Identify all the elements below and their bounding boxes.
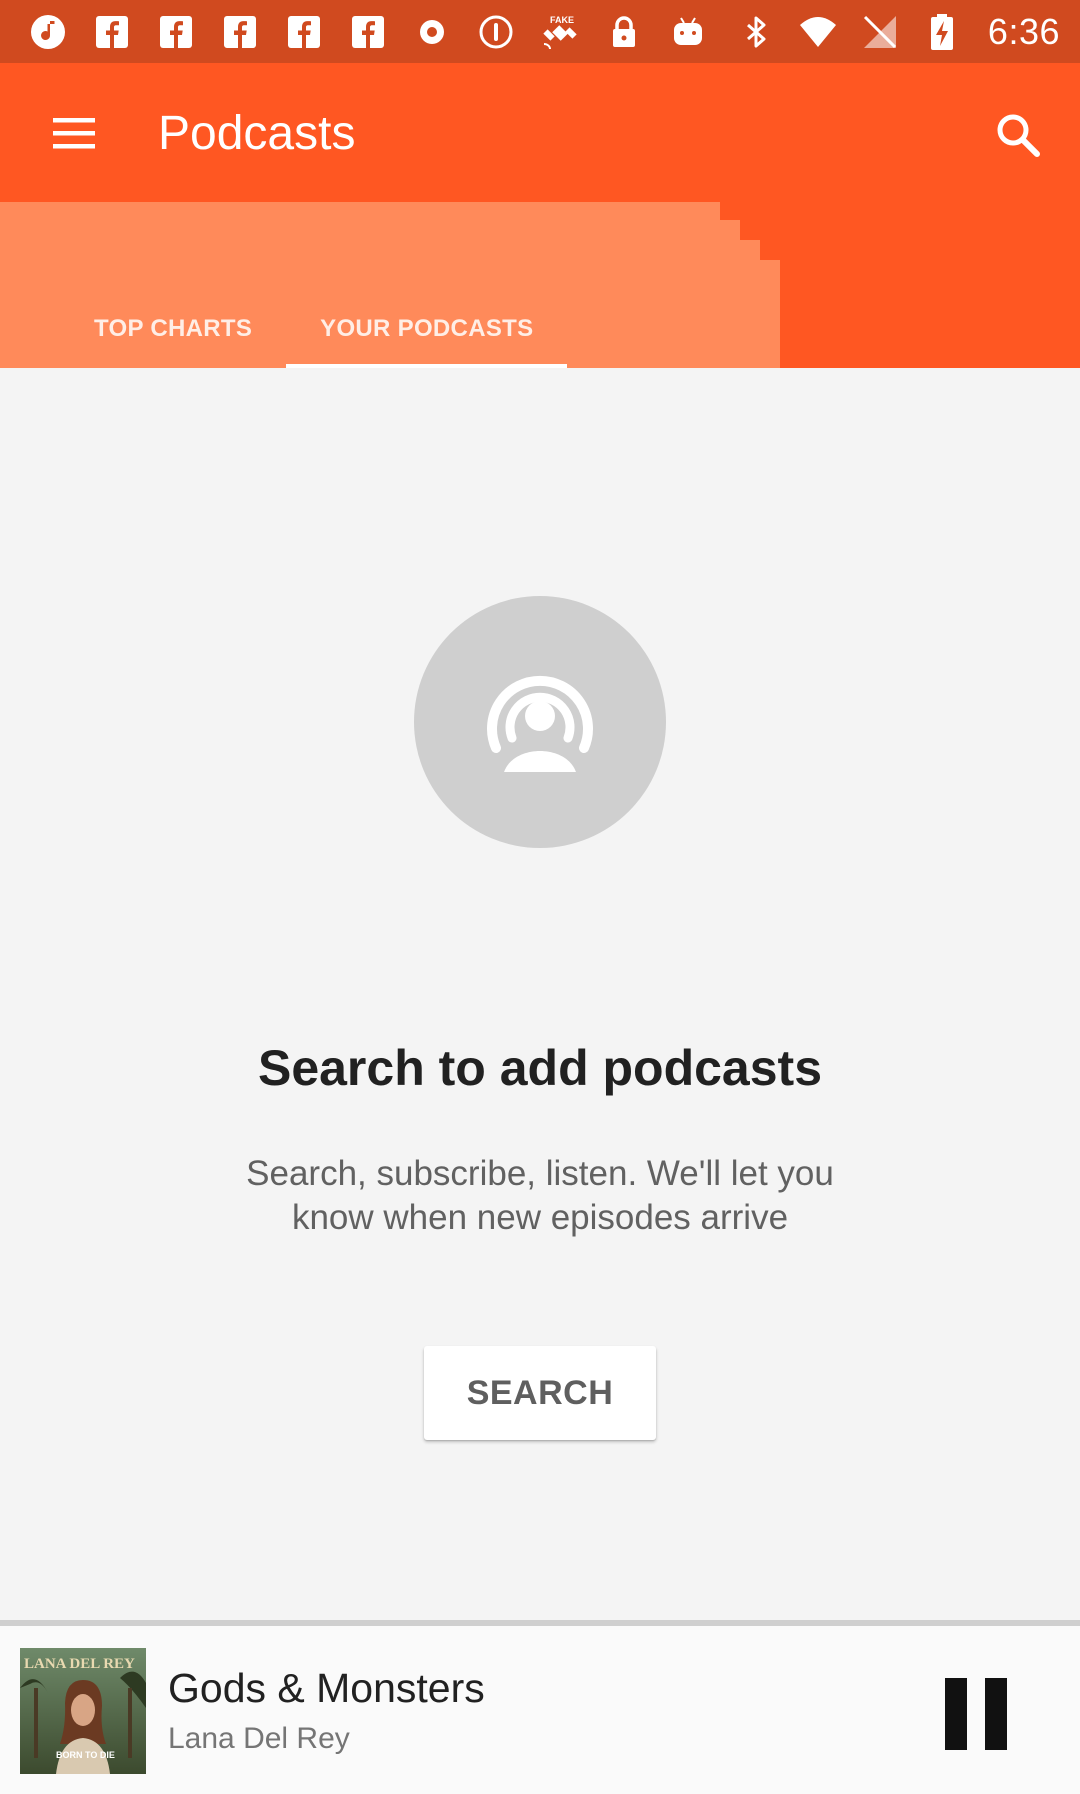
track-title[interactable]: Gods & Monsters	[168, 1664, 485, 1712]
facebook-icon	[220, 12, 260, 52]
album-art-title: LANA DEL REY	[24, 1656, 135, 1672]
music-note-icon	[28, 12, 68, 52]
signal-off-icon	[860, 12, 900, 52]
search-icon	[997, 114, 1040, 157]
tab-top-charts[interactable]: TOP CHARTS	[60, 288, 286, 368]
empty-state-description: Search, subscribe, listen. We'll let you…	[246, 1154, 834, 1237]
battery-charging-icon	[922, 12, 962, 52]
empty-state: Search to add podcasts Search, subscribe…	[0, 368, 1080, 1620]
tab-highlight	[720, 220, 740, 368]
app-bar: Podcasts	[0, 63, 1080, 202]
track-artist: Lana Del Rey	[168, 1722, 350, 1755]
pause-icon	[945, 1678, 1007, 1750]
podcast-icon	[487, 675, 593, 772]
fake-gps-satellite-icon: FAKE	[540, 12, 580, 52]
wifi-icon	[798, 12, 838, 52]
info-circle-icon	[476, 12, 516, 52]
pause-button[interactable]	[928, 1666, 1024, 1762]
android-icon	[668, 12, 708, 52]
album-art-subtitle: BORN TO DIE	[56, 1750, 115, 1760]
tab-bar: TOP CHARTS YOUR PODCASTS	[0, 202, 1080, 368]
hamburger-menu-icon	[53, 118, 95, 149]
facebook-icon	[156, 12, 196, 52]
tab-highlight	[760, 260, 780, 368]
now-playing-bar[interactable]: LANA DEL REY BORN TO DIE Gods & Monsters…	[0, 1620, 1080, 1794]
system-icons: 6:36	[736, 8, 1060, 56]
tab-highlight	[740, 240, 760, 368]
status-time: 6:36	[987, 11, 1060, 52]
record-icon	[412, 12, 452, 52]
page-title: Podcasts	[158, 107, 356, 160]
search-button[interactable]: SEARCH	[424, 1346, 656, 1440]
notification-icons: FAKE	[28, 8, 708, 56]
svg-text:FAKE: FAKE	[550, 15, 574, 25]
tab-row: TOP CHARTS YOUR PODCASTS	[60, 288, 568, 368]
facebook-icon	[284, 12, 324, 52]
menu-button[interactable]	[32, 91, 116, 175]
facebook-icon	[348, 12, 388, 52]
search-button-top[interactable]	[978, 95, 1058, 175]
podcast-illustration	[414, 596, 666, 848]
lock-icon	[604, 12, 644, 52]
facebook-icon	[92, 12, 132, 52]
album-art[interactable]: LANA DEL REY BORN TO DIE	[20, 1648, 146, 1774]
empty-state-title: Search to add podcasts	[257, 1040, 823, 1096]
bluetooth-icon	[736, 12, 776, 52]
tab-your-podcasts[interactable]: YOUR PODCASTS	[286, 288, 568, 368]
status-bar: FAKE 6:36	[0, 0, 1080, 63]
